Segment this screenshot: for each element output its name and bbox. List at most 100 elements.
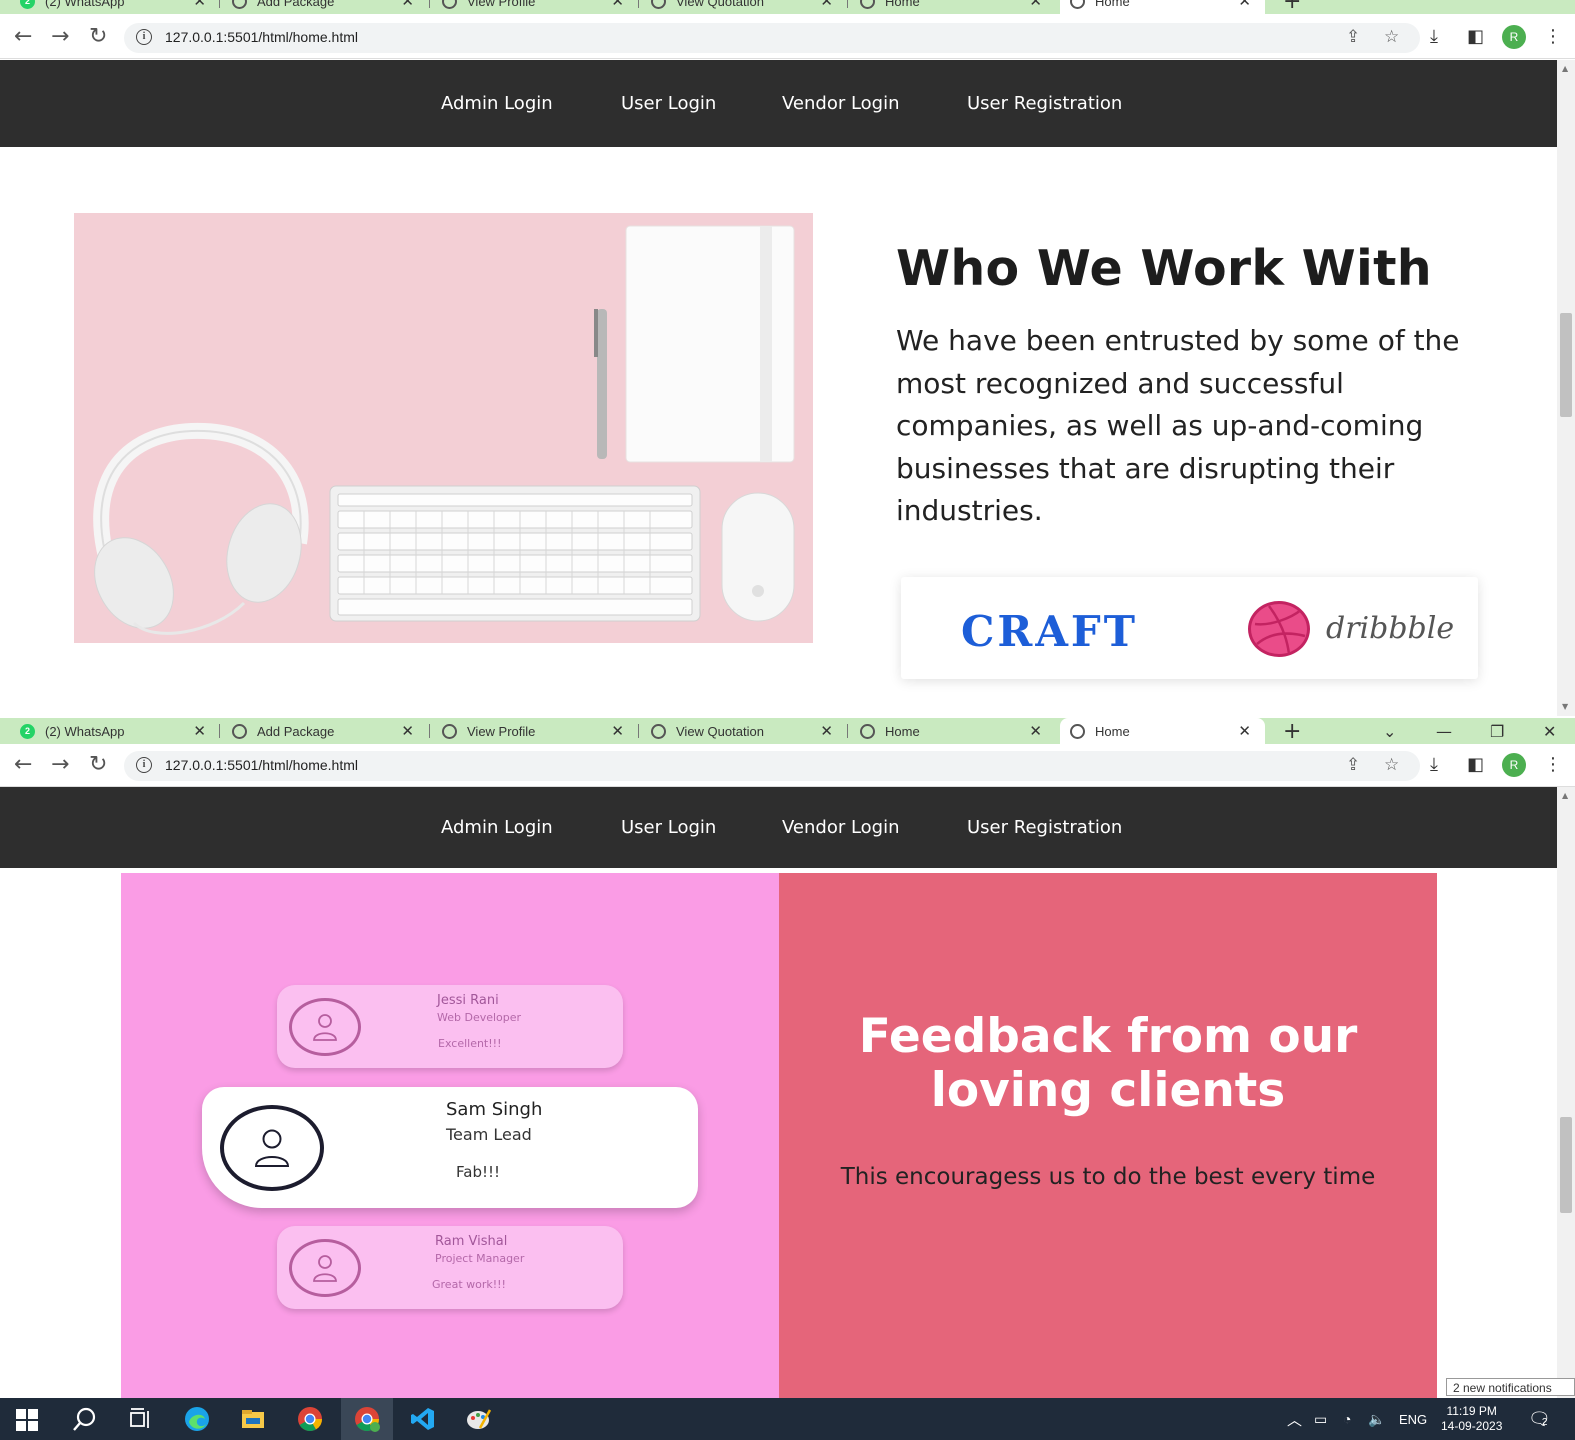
site-info-icon[interactable]: i	[136, 757, 152, 773]
page-scrollbar[interactable]: ▲ ▼	[1557, 60, 1575, 716]
whatsapp-icon: 2	[20, 723, 35, 739]
scrollbar-thumb[interactable]	[1560, 313, 1572, 417]
tab-home-active[interactable]: Home ✕	[1060, 0, 1265, 14]
address-bar[interactable]: i 127.0.0.1:5501/html/home.html ⇪ ☆	[124, 751, 1420, 781]
menu-kebab-icon[interactable]: ⋮	[1544, 754, 1562, 775]
partner-logos-card: CRAFT dribbble	[901, 577, 1478, 679]
nav-vendor-login[interactable]: Vendor Login	[782, 817, 900, 838]
desk-illustration	[93, 225, 795, 635]
windows-start-icon[interactable]	[16, 1409, 38, 1431]
tab-title: View Profile	[467, 0, 536, 9]
tab-add-package[interactable]: Add Package ✕	[232, 718, 428, 744]
whatsapp-icon: 2	[20, 0, 35, 9]
tab-search-chevron-icon[interactable]: ⌄	[1383, 718, 1396, 744]
star-icon[interactable]: ☆	[1384, 755, 1399, 775]
nav-vendor-login[interactable]: Vendor Login	[782, 93, 900, 114]
close-icon[interactable]: ✕	[1238, 0, 1251, 10]
language-indicator[interactable]: ENG	[1399, 1398, 1427, 1440]
globe-icon	[232, 723, 247, 739]
feedback-subtitle: This encouragess us to do the best every…	[840, 1164, 1376, 1190]
tab-view-profile[interactable]: View Profile ✕	[442, 0, 638, 14]
globe-icon	[1070, 0, 1085, 9]
notification-center-icon[interactable]: 🗨 2	[1528, 1398, 1551, 1440]
edge-browser-icon[interactable]	[184, 1406, 210, 1432]
forward-arrow-icon[interactable]: →	[51, 26, 69, 48]
page-scrollbar-2[interactable]: ▲	[1557, 787, 1575, 1398]
site-info-icon[interactable]: i	[136, 29, 152, 45]
new-tab-button[interactable]: +	[1283, 718, 1301, 744]
wifi-icon[interactable]: ◔	[1343, 1398, 1351, 1440]
close-icon[interactable]: ✕	[820, 0, 833, 10]
globe-icon	[651, 0, 666, 9]
tab-view-quotation[interactable]: View Quotation ✕	[651, 0, 847, 14]
nav-user-registration[interactable]: User Registration	[967, 93, 1122, 114]
back-arrow-icon[interactable]: ←	[14, 754, 32, 776]
tab-home-active[interactable]: Home ✕	[1060, 718, 1265, 744]
close-icon[interactable]: ✕	[1029, 722, 1042, 740]
task-view-icon[interactable]	[128, 1406, 154, 1432]
reload-icon[interactable]: ↻	[89, 754, 107, 776]
profile-avatar[interactable]: R	[1502, 753, 1526, 777]
close-icon[interactable]: ✕	[611, 0, 624, 10]
back-arrow-icon[interactable]: ←	[14, 26, 32, 48]
download-icon[interactable]: ⤓	[1430, 26, 1438, 47]
close-icon[interactable]: ✕	[1029, 0, 1042, 10]
close-icon[interactable]: ✕	[193, 722, 206, 740]
chrome-profile-icon[interactable]	[354, 1406, 380, 1432]
tab-add-package[interactable]: Add Package ✕	[232, 0, 428, 14]
share-icon[interactable]: ⇪	[1346, 27, 1360, 47]
client-name: Jessi Rani	[437, 993, 499, 1008]
notification-toast[interactable]: 2 new notifications	[1446, 1378, 1575, 1396]
vscode-icon[interactable]	[410, 1406, 436, 1432]
window-close-icon[interactable]: ✕	[1543, 718, 1556, 744]
tab-home[interactable]: Home ✕	[860, 0, 1056, 14]
close-icon[interactable]: ✕	[193, 0, 206, 10]
client-comment: Excellent!!!	[438, 1037, 502, 1050]
paint-app-icon[interactable]	[466, 1406, 492, 1432]
download-icon[interactable]: ⤓	[1430, 754, 1438, 775]
close-icon[interactable]: ✕	[401, 0, 414, 10]
chrome-icon[interactable]	[297, 1406, 323, 1432]
tab-title: View Profile	[467, 723, 536, 739]
nav-admin-login[interactable]: Admin Login	[441, 817, 553, 838]
nav-user-login[interactable]: User Login	[621, 93, 716, 114]
reload-icon[interactable]: ↻	[89, 26, 107, 48]
profile-avatar[interactable]: R	[1502, 25, 1526, 49]
forward-arrow-icon[interactable]: →	[51, 754, 69, 776]
client-name: Sam Singh	[446, 1099, 543, 1120]
tab-title: View Quotation	[676, 723, 764, 739]
minimize-icon[interactable]: —	[1436, 718, 1452, 744]
clock[interactable]: 11:19 PM 14-09-2023	[1441, 1398, 1502, 1440]
tab-whatsapp[interactable]: 2 (2) WhatsApp ✕	[20, 0, 220, 14]
address-bar[interactable]: i 127.0.0.1:5501/html/home.html ⇪ ☆	[124, 23, 1420, 53]
star-icon[interactable]: ☆	[1384, 27, 1399, 47]
nav-admin-login[interactable]: Admin Login	[441, 93, 553, 114]
file-explorer-icon[interactable]	[240, 1406, 266, 1432]
nav-user-registration[interactable]: User Registration	[967, 817, 1122, 838]
client-comment: Fab!!!	[456, 1163, 501, 1181]
craft-logo: CRAFT	[961, 607, 1138, 656]
globe-icon	[1070, 723, 1085, 739]
tab-view-quotation[interactable]: View Quotation ✕	[651, 718, 847, 744]
close-icon[interactable]: ✕	[1238, 722, 1251, 740]
new-tab-button[interactable]: +	[1283, 0, 1301, 14]
scrollbar-thumb[interactable]	[1560, 1117, 1572, 1213]
restore-icon[interactable]: ❐	[1490, 718, 1504, 744]
tab-view-profile[interactable]: View Profile ✕	[442, 718, 638, 744]
tab-whatsapp[interactable]: 2 (2) WhatsApp ✕	[20, 718, 220, 744]
side-panel-icon[interactable]: ◧	[1467, 26, 1484, 47]
close-icon[interactable]: ✕	[401, 722, 414, 740]
close-icon[interactable]: ✕	[611, 722, 624, 740]
volume-icon[interactable]: 🔈	[1368, 1398, 1385, 1440]
menu-kebab-icon[interactable]: ⋮	[1544, 26, 1562, 47]
share-icon[interactable]: ⇪	[1346, 755, 1360, 775]
tab-home[interactable]: Home ✕	[860, 718, 1056, 744]
avatar	[289, 1239, 361, 1297]
nav-user-login[interactable]: User Login	[621, 817, 716, 838]
tray-chevron-icon[interactable]: ︿	[1287, 1398, 1302, 1440]
close-icon[interactable]: ✕	[820, 722, 833, 740]
clock-date: 14-09-2023	[1441, 1419, 1503, 1433]
side-panel-icon[interactable]: ◧	[1467, 754, 1484, 775]
battery-icon[interactable]: ▭	[1314, 1398, 1327, 1440]
search-icon[interactable]	[72, 1406, 98, 1432]
